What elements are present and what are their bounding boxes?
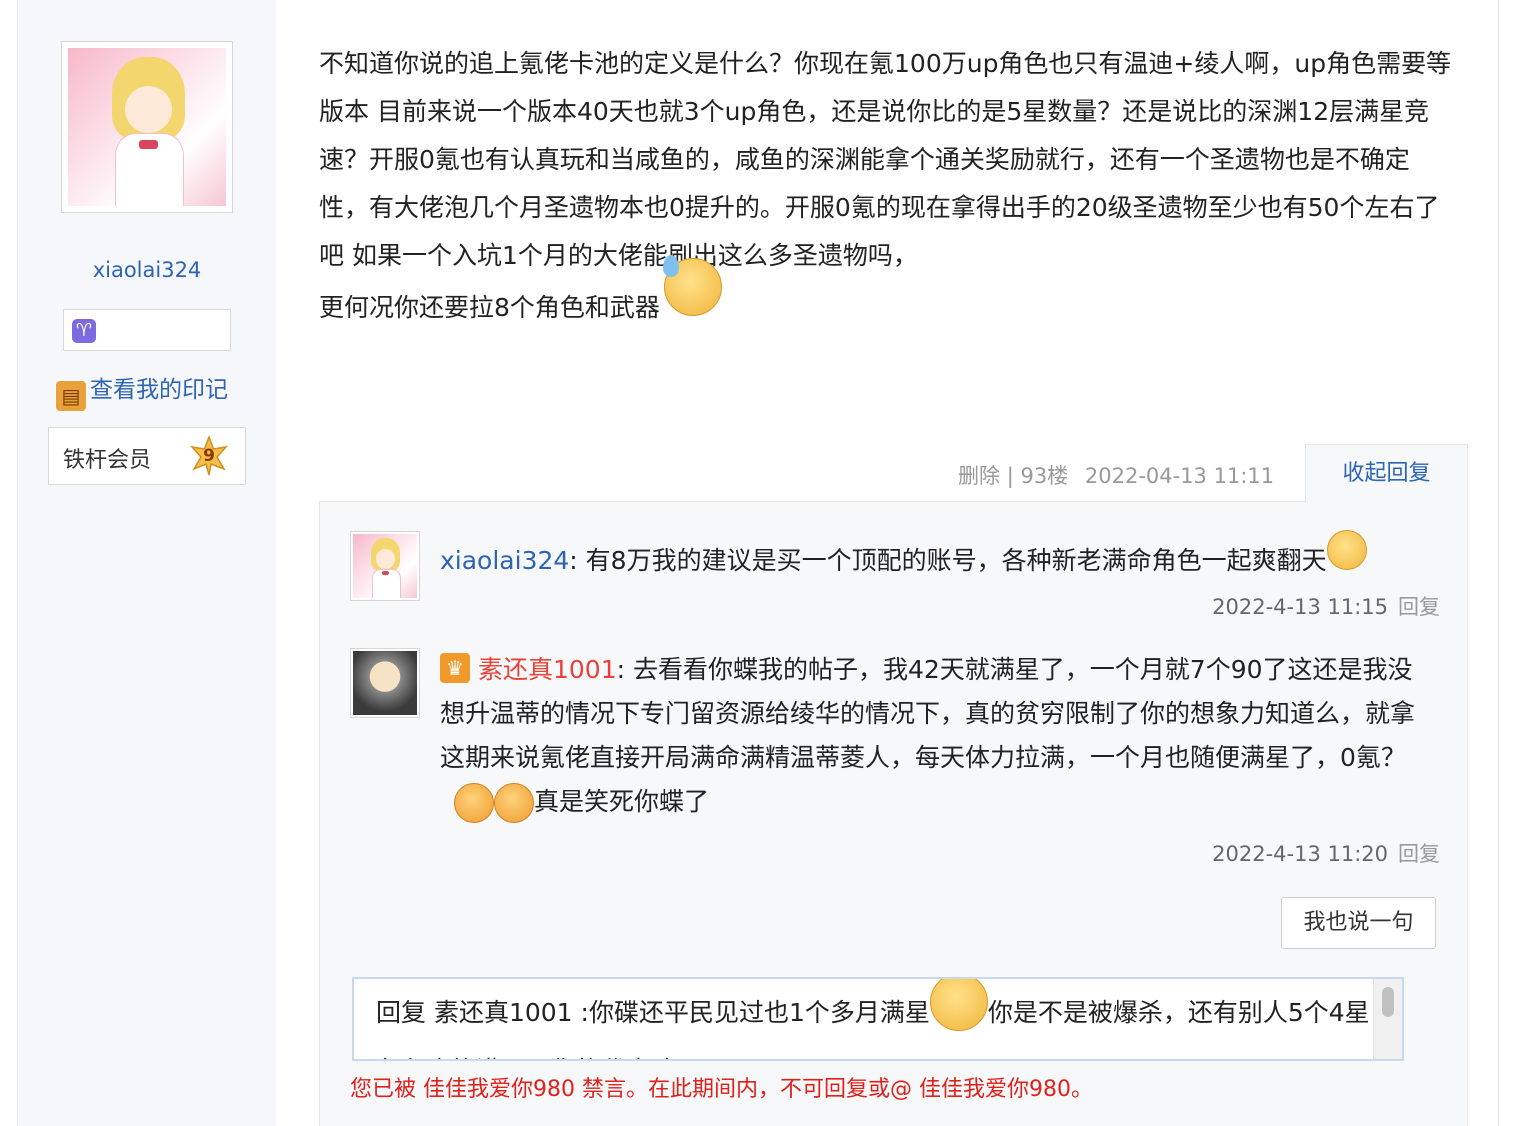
laugh-emoji-icon: [454, 783, 494, 823]
avatar-image: [353, 651, 417, 715]
reply-editor-text[interactable]: 回复 素还真1001 :你碟还平民见过也1个多月满星 你是不是被爆杀，还有别人5个…: [376, 979, 1376, 1059]
floor-number: 93楼: [1020, 464, 1069, 488]
post-paragraph-2: 更何况你还要拉8个角色和武器: [319, 293, 660, 322]
say-something-button[interactable]: 我也说一句: [1281, 897, 1436, 949]
zodiac-badge: ♈: [63, 309, 231, 351]
reply-meta: 2022-4-13 11:20 回复: [1212, 838, 1440, 868]
reply-body: 素还真1001: 去看看你蝶我的帖子，我42天就满星了，一个月就7个90了这还是…: [440, 648, 1430, 824]
reply-username[interactable]: 素还真1001: [478, 655, 617, 684]
drool-emoji-icon: [1326, 530, 1367, 570]
reply-thread: xiaolai324: 有8万我的建议是买一个顶配的账号，各种新老满命角色一起爽…: [319, 501, 1468, 1126]
reply-time: 2022-4-13 11:20: [1212, 842, 1388, 866]
reply-button[interactable]: 回复: [1398, 842, 1440, 866]
avatar-image: [68, 48, 226, 206]
vip-crown-icon: [440, 653, 470, 683]
member-level-star-icon[interactable]: 9: [189, 434, 229, 476]
post-date: 2022-04-13 11:11: [1084, 464, 1275, 488]
aries-icon: ♈: [72, 319, 96, 343]
imprint-link[interactable]: ▤ 查看我的印记: [56, 370, 228, 411]
sweat-emoji-icon: [662, 255, 722, 316]
reply-text: : 有8万我的建议是买一个顶配的账号，各种新老满命角色一起爽翻天: [569, 546, 1327, 575]
reply-username[interactable]: xiaolai324: [440, 546, 569, 575]
laugh-emoji-icon: [494, 783, 534, 823]
reply-button[interactable]: 回复: [1398, 595, 1440, 619]
editor-scrollbar[interactable]: [1373, 979, 1402, 1059]
author-avatar[interactable]: [61, 41, 233, 213]
reply-avatar[interactable]: [350, 648, 420, 718]
author-username[interactable]: xiaolai324: [18, 258, 276, 282]
member-label: 铁杆会员: [63, 448, 152, 473]
book-icon: ▤: [56, 381, 86, 411]
ban-notice: 您已被 佳佳我爱你980 禁言。在此期间内，不可回复或@ 佳佳我爱你980。: [350, 1077, 1093, 1102]
avatar-image: [353, 534, 417, 598]
reply-time: 2022-4-13 11:15: [1212, 595, 1388, 619]
imprint-label[interactable]: 查看我的印记: [90, 377, 228, 403]
smile-emoji-icon: [929, 979, 988, 1031]
reply-editor[interactable]: 回复 素还真1001 :你碟还平民见过也1个多月满星 你是不是被爆杀，还有别人5个…: [352, 977, 1404, 1061]
reply-text-tail: 真是笑死你蝶了: [534, 787, 710, 816]
member-badge-box: 铁杆会员 9: [48, 427, 246, 485]
meta-separator: |: [1006, 464, 1014, 488]
post-meta: 删除 | 93楼 2022-04-13 11:11: [958, 460, 1274, 490]
post-content: 不知道你说的追上氪佬卡池的定义是什么？你现在氪100万up角色也只有温迪+绫人啊…: [319, 40, 1459, 338]
reply-avatar[interactable]: [350, 531, 420, 601]
reply-meta: 2022-4-13 11:15 回复: [1212, 591, 1440, 621]
delete-link[interactable]: 删除: [958, 464, 1000, 488]
reply-body: xiaolai324: 有8万我的建议是买一个顶配的账号，各种新老满命角色一起爽…: [440, 530, 1440, 583]
scrollbar-thumb[interactable]: [1382, 987, 1394, 1017]
editor-text-before: 回复 素还真1001 :你碟还平民见过也1个多月满星: [376, 998, 930, 1027]
collapse-replies-button[interactable]: 收起回复: [1305, 444, 1468, 502]
member-level: 9: [203, 446, 215, 466]
post-paragraph-1: 不知道你说的追上氪佬卡池的定义是什么？你现在氪100万up角色也只有温迪+绫人啊…: [319, 49, 1452, 270]
